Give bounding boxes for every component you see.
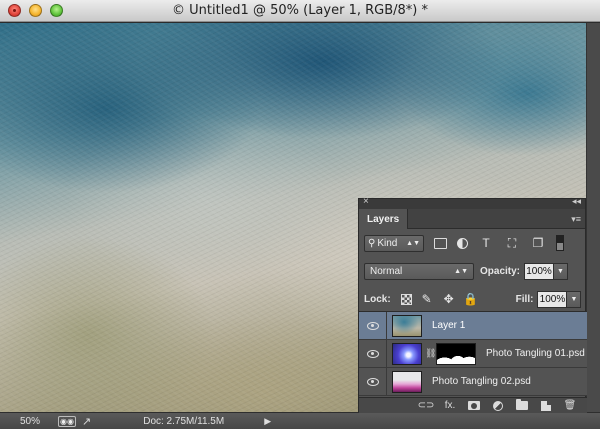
adjustment-layer-button[interactable] [491, 400, 505, 411]
layer-row-photo-tangling-01[interactable]: ⛓ Photo Tangling 01.psd [359, 339, 587, 368]
opacity-input[interactable]: 100% [524, 262, 555, 280]
layer-style-button[interactable]: fx. [443, 400, 457, 411]
layer-name: Photo Tangling 02.psd [432, 376, 531, 387]
mask-link-icon[interactable]: ⛓ [425, 348, 436, 359]
blend-row: Normal ▲▼ Opacity: 100% ▼ [359, 260, 587, 282]
new-layer-icon [541, 400, 551, 411]
lock-all-icon[interactable]: 🔒 [463, 292, 478, 306]
shape-filter-icon[interactable]: ⛶ [504, 236, 520, 250]
window-title: © Untitled1 @ 50% (Layer 1, RGB/8*) * [172, 3, 428, 18]
panel-header: × ◂◂ [359, 196, 585, 209]
window-titlebar: © Untitled1 @ 50% (Layer 1, RGB/8*) * [0, 0, 600, 22]
layer-row-layer-1[interactable]: Layer 1 [359, 311, 587, 340]
layer-thumbnail [392, 314, 422, 337]
blend-mode-select[interactable]: Normal ▲▼ [364, 262, 474, 280]
layer-mask-thumbnail[interactable] [436, 342, 476, 365]
layer-name: Layer 1 [432, 320, 466, 331]
filter-kind-select[interactable]: ⚲ Kind ▲▼ [364, 234, 424, 252]
chevron-updown-icon: ▲▼ [454, 267, 468, 275]
lock-position-icon[interactable]: ✥ [442, 292, 456, 306]
tab-layers[interactable]: Layers [359, 209, 409, 229]
folder-icon [516, 399, 528, 410]
panel-footer: ⊂⊃ fx. 🗑 [359, 397, 587, 413]
new-layer-button[interactable] [539, 400, 553, 411]
add-mask-button[interactable] [467, 401, 481, 410]
fill-dropdown-icon[interactable]: ▼ [567, 290, 582, 308]
status-bar: 50% ◉◉ ↗ Doc: 2.75M/11.5M ▶ [0, 412, 600, 429]
panel-menu-icon[interactable]: ▾≡ [571, 214, 581, 225]
status-menu-arrow-icon[interactable]: ▶ [264, 416, 271, 427]
type-filter-icon[interactable]: T [478, 236, 494, 250]
lock-pixels-icon[interactable]: ✎ [420, 292, 434, 306]
opacity-dropdown-icon[interactable]: ▼ [554, 262, 569, 280]
close-window-button[interactable] [8, 4, 21, 17]
smart-object-filter-icon[interactable]: ❐ [530, 236, 546, 250]
document-info: Doc: 2.75M/11.5M [143, 415, 225, 427]
layer-thumbnail [392, 370, 422, 393]
layers-panel: × ◂◂ Layers ▾≡ ⚲ Kind ▲▼ T ⛶ ❐ Normal ▲▼… [358, 196, 587, 413]
collapse-panel-icon[interactable]: ◂◂ [572, 196, 581, 207]
filter-kind-label: Kind [377, 237, 398, 249]
chevron-updown-icon: ▲▼ [406, 239, 420, 247]
fill-label: Fill: [515, 293, 534, 305]
timing-icon[interactable]: ◉◉ [58, 415, 76, 427]
layer-row-photo-tangling-02[interactable]: Photo Tangling 02.psd [359, 367, 587, 396]
minimize-window-button[interactable] [29, 4, 42, 17]
zoom-window-button[interactable] [50, 4, 63, 17]
mask-icon [468, 401, 480, 410]
adjustment-filter-icon[interactable] [457, 237, 468, 249]
layer-thumbnail [392, 342, 422, 365]
window-controls [8, 4, 63, 17]
share-icon[interactable]: ↗ [82, 415, 91, 428]
layer-name: Photo Tangling 01.psd [486, 348, 585, 359]
visibility-toggle[interactable] [359, 311, 387, 340]
vertical-scrollbar[interactable] [586, 23, 600, 412]
filter-row: ⚲ Kind ▲▼ T ⛶ ❐ [359, 232, 587, 254]
blend-mode-value: Normal [370, 265, 403, 277]
link-layers-icon[interactable]: ⊂⊃ [418, 400, 435, 411]
eye-icon [366, 321, 379, 330]
eye-icon [366, 349, 379, 358]
pixel-filter-icon[interactable] [434, 237, 447, 249]
visibility-toggle[interactable] [359, 367, 387, 396]
panel-tab-row: Layers ▾≡ [359, 209, 585, 229]
eye-icon [366, 377, 379, 386]
opacity-label: Opacity: [480, 265, 521, 277]
delete-layer-button[interactable]: 🗑 [563, 400, 577, 411]
lock-label: Lock: [364, 293, 391, 305]
fill-input[interactable]: 100% [537, 290, 568, 308]
lock-row: Lock: ✎ ✥ 🔒 Fill: 100% ▼ [359, 288, 587, 310]
search-icon: ⚲ [368, 237, 376, 249]
visibility-toggle[interactable] [359, 339, 387, 368]
lock-transparency-icon[interactable] [400, 293, 412, 305]
filter-toggle-switch[interactable] [556, 235, 564, 251]
zoom-level[interactable]: 50% [0, 416, 48, 427]
adjustment-icon [493, 400, 503, 411]
new-group-button[interactable] [515, 399, 529, 410]
close-panel-icon[interactable]: × [363, 196, 369, 207]
